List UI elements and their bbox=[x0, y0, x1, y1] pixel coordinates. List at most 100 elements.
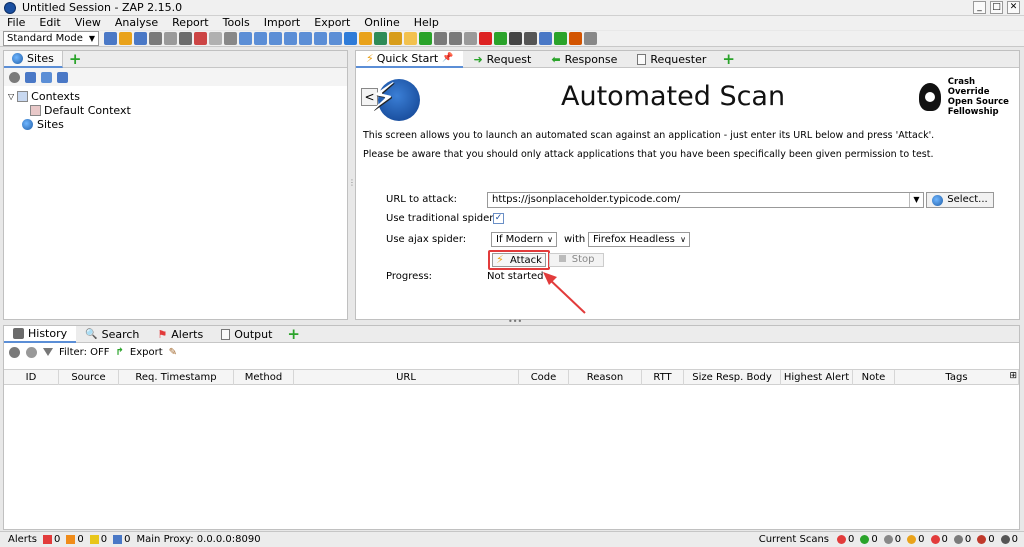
tab-requester[interactable]: Requester bbox=[627, 51, 716, 68]
toolbar-icon-24[interactable] bbox=[464, 32, 477, 45]
new-context-icon[interactable] bbox=[25, 71, 36, 83]
column-header-req-timestamp[interactable]: Req. Timestamp bbox=[119, 370, 234, 385]
toolbar-icon-21[interactable] bbox=[419, 32, 432, 45]
toolbar-icon-23[interactable] bbox=[449, 32, 462, 45]
export-icon[interactable]: ↱ bbox=[116, 347, 124, 358]
menu-import[interactable]: Import bbox=[257, 16, 308, 30]
toolbar-icon-26[interactable] bbox=[494, 32, 507, 45]
toolbar-icon-4[interactable] bbox=[164, 32, 177, 45]
column-header-size-resp-body[interactable]: Size Resp. Body bbox=[684, 370, 781, 385]
add-tab-icon[interactable]: + bbox=[722, 52, 735, 67]
minimize-button[interactable]: _ bbox=[973, 1, 986, 14]
toolbar-icon-12[interactable] bbox=[284, 32, 297, 45]
menu-file[interactable]: File bbox=[0, 16, 32, 30]
tree-sites[interactable]: Sites bbox=[8, 117, 347, 131]
tab-output[interactable]: Output bbox=[212, 326, 281, 343]
column-chooser-icon[interactable]: ⊞ bbox=[1009, 371, 1017, 381]
scan-status-icon bbox=[930, 535, 940, 544]
toolbar-icon-28[interactable] bbox=[524, 32, 537, 45]
column-header-tags[interactable]: Tags bbox=[895, 370, 1019, 385]
toolbar-icon-5[interactable] bbox=[179, 32, 192, 45]
menu-view[interactable]: View bbox=[68, 16, 108, 30]
tab-quick-start[interactable]: ⚡ Quick Start 📌 bbox=[356, 50, 464, 68]
partner-logo-text: Crash Override Open Source Fellowship bbox=[948, 77, 1019, 117]
toolbar-icon-16[interactable] bbox=[344, 32, 357, 45]
menu-analyse[interactable]: Analyse bbox=[108, 16, 165, 30]
toolbar-icon-13[interactable] bbox=[299, 32, 312, 45]
close-button[interactable]: ✕ bbox=[1007, 1, 1020, 14]
add-tab-icon[interactable]: + bbox=[69, 52, 82, 67]
stop-button[interactable]: Stop bbox=[549, 253, 604, 267]
toolbar-icon-22[interactable] bbox=[434, 32, 447, 45]
proxy-status: Main Proxy: 0.0.0.0:8090 bbox=[136, 534, 261, 545]
toolbar-icon-20[interactable] bbox=[404, 32, 417, 45]
column-header-url[interactable]: URL bbox=[294, 370, 519, 385]
chevron-down-icon[interactable]: ▼ bbox=[909, 193, 923, 207]
maximize-button[interactable]: □ bbox=[990, 1, 1003, 14]
pin-icon[interactable]: 📌 bbox=[442, 53, 453, 63]
column-header-rtt[interactable]: RTT bbox=[642, 370, 684, 385]
column-header-code[interactable]: Code bbox=[519, 370, 569, 385]
record-icon[interactable] bbox=[9, 71, 20, 83]
column-header-source[interactable]: Source bbox=[59, 370, 119, 385]
filter-label[interactable]: Filter: OFF bbox=[59, 347, 110, 358]
mode-select[interactable]: Standard Mode ▼ bbox=[3, 31, 99, 46]
traditional-spider-checkbox[interactable]: ✓ bbox=[493, 213, 504, 224]
toolbar-icon-30[interactable] bbox=[554, 32, 567, 45]
toolbar-icon-25[interactable] bbox=[479, 32, 492, 45]
menu-report[interactable]: Report bbox=[165, 16, 215, 30]
column-header-highest-alert[interactable]: Highest Alert bbox=[781, 370, 853, 385]
toolbar-icon-8[interactable] bbox=[224, 32, 237, 45]
toolbar-icon-2[interactable] bbox=[134, 32, 147, 45]
tab-alerts[interactable]: ⚑ Alerts bbox=[148, 326, 212, 343]
export-label[interactable]: Export bbox=[130, 347, 163, 358]
toolbar-icon-7[interactable] bbox=[209, 32, 222, 45]
tab-request[interactable]: ➜ Request bbox=[463, 51, 541, 68]
break-icon[interactable] bbox=[26, 346, 37, 358]
add-tab-icon[interactable]: + bbox=[287, 327, 300, 342]
tree-expand-icon[interactable]: ▽ bbox=[8, 92, 14, 101]
tab-sites[interactable]: Sites bbox=[4, 50, 63, 68]
tree-default-context[interactable]: Default Context bbox=[8, 103, 347, 117]
toolbar-icon-27[interactable] bbox=[509, 32, 522, 45]
attack-button[interactable]: ⚡ Attack bbox=[492, 253, 546, 267]
toolbar-icon-18[interactable] bbox=[374, 32, 387, 45]
browser-select[interactable]: Firefox Headless ∨ bbox=[588, 232, 690, 247]
tab-response[interactable]: ⬅ Response bbox=[541, 51, 627, 68]
toolbar-icon-9[interactable] bbox=[239, 32, 252, 45]
ajax-mode-select[interactable]: If Modern ∨ bbox=[491, 232, 557, 247]
menu-bar: File Edit View Analyse Report Tools Impo… bbox=[0, 16, 1024, 30]
tab-history[interactable]: History bbox=[4, 325, 77, 343]
menu-help[interactable]: Help bbox=[407, 16, 446, 30]
tree-contexts[interactable]: ▽ Contexts bbox=[8, 89, 347, 103]
toolbar-icon-19[interactable] bbox=[389, 32, 402, 45]
toolbar-icon-11[interactable] bbox=[269, 32, 282, 45]
broom-icon[interactable]: ✎ bbox=[169, 347, 177, 358]
menu-tools[interactable]: Tools bbox=[216, 16, 257, 30]
toolbar-icon-17[interactable] bbox=[359, 32, 372, 45]
column-header-reason[interactable]: Reason bbox=[569, 370, 642, 385]
url-input[interactable]: https://jsonplaceholder.typicode.com/ ▼ bbox=[487, 192, 924, 208]
menu-edit[interactable]: Edit bbox=[32, 16, 67, 30]
toolbar-icon-31[interactable] bbox=[569, 32, 582, 45]
toolbar-icon-15[interactable] bbox=[329, 32, 342, 45]
export-context-icon[interactable] bbox=[57, 71, 68, 83]
tab-search[interactable]: 🔍 Search bbox=[76, 326, 148, 343]
column-header-method[interactable]: Method bbox=[234, 370, 294, 385]
record-icon[interactable] bbox=[9, 346, 20, 358]
toolbar-icon-29[interactable] bbox=[539, 32, 552, 45]
toolbar-icon-14[interactable] bbox=[314, 32, 327, 45]
select-button[interactable]: Select... bbox=[926, 192, 994, 208]
import-context-icon[interactable] bbox=[41, 71, 52, 83]
column-header-note[interactable]: Note bbox=[853, 370, 895, 385]
toolbar-icon-10[interactable] bbox=[254, 32, 267, 45]
toolbar-icon-1[interactable] bbox=[119, 32, 132, 45]
menu-online[interactable]: Online bbox=[357, 16, 406, 30]
filter-icon[interactable] bbox=[43, 348, 53, 356]
toolbar-icon-3[interactable] bbox=[149, 32, 162, 45]
column-header-id[interactable]: ID bbox=[4, 370, 59, 385]
toolbar-icon-6[interactable] bbox=[194, 32, 207, 45]
toolbar-icon-32[interactable] bbox=[584, 32, 597, 45]
toolbar-icon-0[interactable] bbox=[104, 32, 117, 45]
menu-export[interactable]: Export bbox=[307, 16, 357, 30]
